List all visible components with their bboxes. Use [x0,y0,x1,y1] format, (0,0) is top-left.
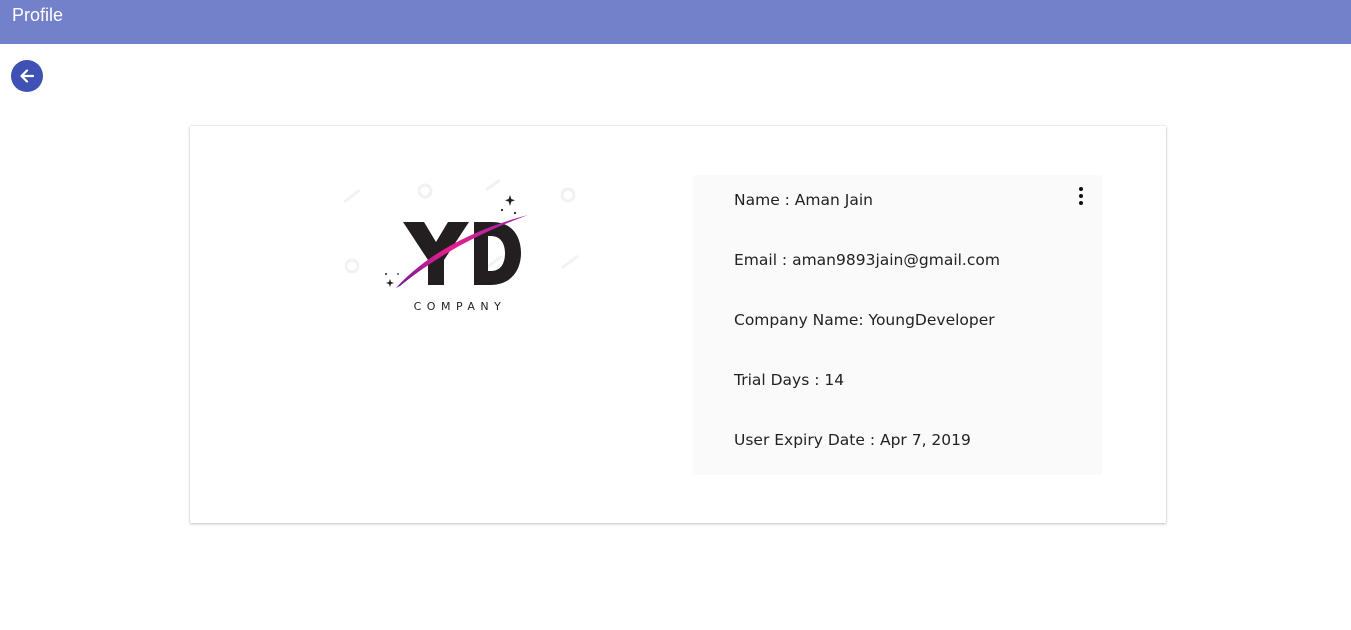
company-logo: COMPANY [343,178,579,313]
page-title: Profile [12,5,64,25]
profile-expiry-date: User Expiry Date : Apr 7, 2019 [734,431,971,449]
app-header: Profile [0,0,1351,44]
arrow-left-icon [20,69,35,83]
profile-email: Email : aman9893jain@gmail.com [734,251,1000,269]
svg-text:COMPANY: COMPANY [414,300,507,313]
more-vertical-icon[interactable] [1073,185,1089,207]
profile-name: Name : Aman Jain [734,191,873,209]
profile-company: Company Name: YoungDeveloper [734,311,995,329]
profile-card: COMPANY Name : Aman Jain Email : aman989… [190,126,1166,523]
back-button[interactable] [11,60,43,92]
profile-details: Name : Aman Jain Email : aman9893jain@gm… [693,175,1102,475]
profile-trial-days: Trial Days : 14 [734,371,845,389]
